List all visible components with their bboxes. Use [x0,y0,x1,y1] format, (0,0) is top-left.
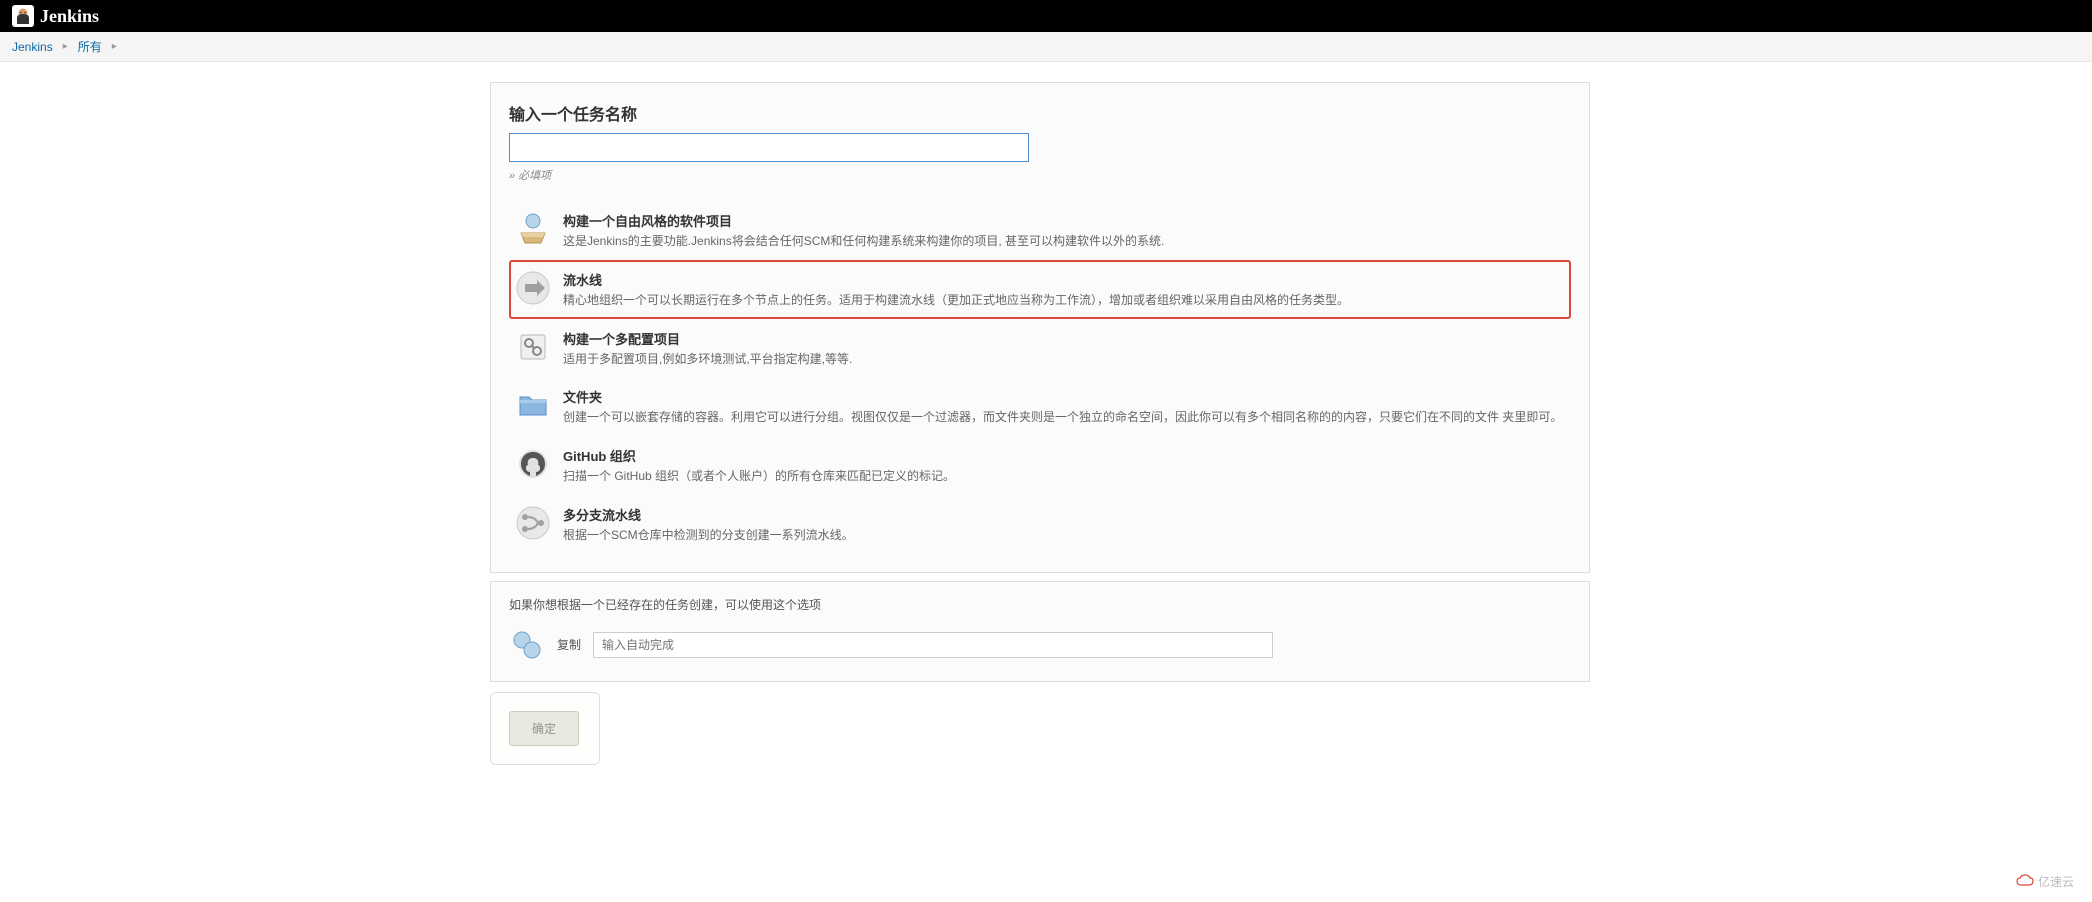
item-title: 构建一个多配置项目 [563,329,1565,348]
item-desc: 扫描一个 GitHub 组织（或者个人账户）的所有仓库来匹配已定义的标记。 [563,468,1565,485]
item-desc: 根据一个SCM仓库中检测到的分支创建一系列流水线。 [563,527,1565,544]
required-field-label: » 必填项 [509,167,1571,183]
top-header: Jenkins [0,0,2092,32]
jenkins-icon [14,7,32,25]
section-title-name: 输入一个任务名称 [509,101,1571,125]
breadcrumb-jenkins[interactable]: Jenkins [12,40,53,54]
item-title: GitHub 组织 [563,446,1565,465]
item-desc: 这是Jenkins的主要功能.Jenkins将会结合任何SCM和任何构建系统来构… [563,233,1565,250]
item-title: 多分支流水线 [563,505,1565,524]
cloud-icon [2016,872,2034,890]
multiconfig-icon [515,329,551,365]
item-type-multiconfig[interactable]: 构建一个多配置项目 适用于多配置项目,例如多环境测试,平台指定构建,等等. [509,319,1571,378]
item-desc: 创建一个可以嵌套存储的容器。利用它可以进行分组。视图仅仅是一个过滤器，而文件夹则… [563,409,1565,426]
chevron-right-icon: ▸ [63,41,68,52]
item-title: 文件夹 [563,387,1565,406]
copy-from-panel: 如果你想根据一个已经存在的任务创建，可以使用这个选项 复制 [490,581,1590,682]
copy-label: 复制 [557,636,581,653]
github-icon [515,446,551,482]
freestyle-icon [515,211,551,247]
main-content: 输入一个任务名称 » 必填项 构建一个自由风格的软件项目 这是Jenkins的主… [490,82,1590,765]
copy-from-input[interactable] [593,632,1273,658]
jenkins-logo[interactable]: Jenkins [12,5,99,27]
item-type-freestyle[interactable]: 构建一个自由风格的软件项目 这是Jenkins的主要功能.Jenkins将会结合… [509,201,1571,260]
item-title: 流水线 [563,270,1565,289]
item-type-list: 构建一个自由风格的软件项目 这是Jenkins的主要功能.Jenkins将会结合… [509,201,1571,554]
copy-icon [509,627,545,663]
item-desc: 精心地组织一个可以长期运行在多个节点上的任务。适用于构建流水线（更加正式地应当称… [563,292,1565,309]
chevron-right-icon: ▸ [112,41,117,52]
new-item-panel: 输入一个任务名称 » 必填项 构建一个自由风格的软件项目 这是Jenkins的主… [490,82,1590,573]
multibranch-icon [515,505,551,541]
watermark: 亿速云 [2016,872,2074,890]
item-type-folder[interactable]: 文件夹 创建一个可以嵌套存储的容器。利用它可以进行分组。视图仅仅是一个过滤器，而… [509,377,1571,436]
item-type-multibranch[interactable]: 多分支流水线 根据一个SCM仓库中检测到的分支创建一系列流水线。 [509,495,1571,554]
item-name-input[interactable] [509,133,1029,162]
breadcrumb-all[interactable]: 所有 [78,38,102,55]
item-title: 构建一个自由风格的软件项目 [563,211,1565,230]
footer-button-panel: 确定 [490,692,600,765]
item-type-github-org[interactable]: GitHub 组织 扫描一个 GitHub 组织（或者个人账户）的所有仓库来匹配… [509,436,1571,495]
folder-icon [515,387,551,423]
breadcrumb-bar: Jenkins ▸ 所有 ▸ [0,32,2092,62]
item-type-pipeline[interactable]: 流水线 精心地组织一个可以长期运行在多个节点上的任务。适用于构建流水线（更加正式… [509,260,1571,319]
jenkins-mascot-icon [12,5,34,27]
copy-intro-text: 如果你想根据一个已经存在的任务创建，可以使用这个选项 [509,596,1571,613]
pipeline-icon [515,270,551,306]
item-desc: 适用于多配置项目,例如多环境测试,平台指定构建,等等. [563,351,1565,368]
ok-button[interactable]: 确定 [509,711,579,746]
jenkins-logo-text: Jenkins [40,6,99,27]
